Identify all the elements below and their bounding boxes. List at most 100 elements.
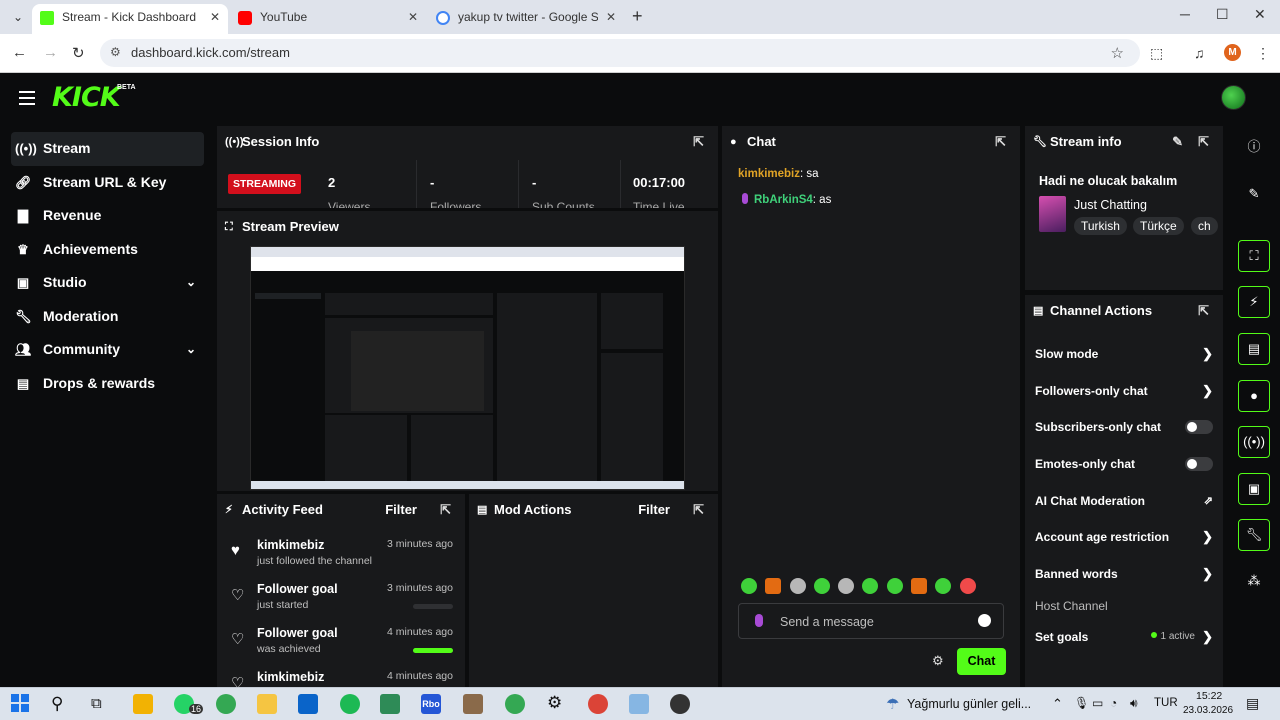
volume-icon[interactable]: 🔊︎: [1130, 696, 1138, 711]
roblox-icon[interactable]: Rbo: [421, 694, 441, 714]
emote-icon[interactable]: [862, 578, 879, 594]
sidebar-item-studio[interactable]: ▣ Studio ⌄: [11, 266, 204, 300]
edit-icon[interactable]: ✎: [1172, 126, 1183, 158]
app-icon[interactable]: [463, 694, 483, 714]
chrome-icon[interactable]: [588, 694, 608, 714]
bolt-icon[interactable]: ⚡︎: [1238, 286, 1270, 318]
chrome-icon[interactable]: [505, 694, 525, 714]
network-icon[interactable]: ▭: [1092, 696, 1103, 710]
activity-name[interactable]: kimkimebiz: [257, 538, 324, 552]
clock-time[interactable]: 15:22: [1196, 690, 1222, 702]
info-icon[interactable]: ⓘ: [1238, 132, 1270, 164]
minimize-icon[interactable]: ─: [1180, 6, 1190, 22]
followers-only-item[interactable]: Followers-only chat ❯: [1035, 381, 1213, 401]
subscribers-only-toggle[interactable]: [1185, 420, 1213, 434]
slow-mode-item[interactable]: Slow mode ❯: [1035, 344, 1213, 364]
panel-icon[interactable]: ▣: [1238, 473, 1270, 505]
kick-logo[interactable]: KICK: [52, 82, 121, 113]
set-goals-item[interactable]: Set goals 1 active ❯: [1035, 627, 1213, 647]
banned-words-item[interactable]: Banned words ❯: [1035, 564, 1213, 584]
browser-tab-youtube[interactable]: YouTube ✕: [230, 4, 426, 34]
ai-chat-moderation-item[interactable]: AI Chat Moderation ⇗: [1035, 491, 1213, 511]
filter-button[interactable]: Filter: [385, 494, 417, 526]
sidebar-item-achievements[interactable]: ♛ Achievements: [11, 233, 204, 267]
app-icon[interactable]: [629, 694, 649, 714]
stream-preview-video[interactable]: [250, 246, 685, 490]
chat-username[interactable]: kimkimebiz: [738, 168, 800, 180]
store-app-icon[interactable]: [133, 694, 153, 714]
forward-icon[interactable]: →: [43, 44, 58, 61]
address-bar[interactable]: ⚙ dashboard.kick.com/stream ☆: [100, 39, 1140, 67]
close-tab-icon[interactable]: ✕: [408, 4, 418, 30]
tag[interactable]: Turkish: [1074, 217, 1127, 235]
scan-icon[interactable]: ⛶: [1238, 240, 1270, 272]
account-age-item[interactable]: Account age restriction ❯: [1035, 527, 1213, 547]
chat-settings-icon[interactable]: ⚙: [932, 653, 944, 669]
extensions-icon[interactable]: ⬚: [1150, 45, 1163, 62]
sidebar-item-stream[interactable]: ((•)) Stream: [11, 132, 204, 166]
app-icon[interactable]: [380, 694, 400, 714]
chat-input[interactable]: [780, 612, 970, 632]
back-icon[interactable]: ←: [12, 44, 27, 61]
chevron-down-icon[interactable]: ⌄: [186, 266, 196, 299]
tray-chevron-icon[interactable]: ⌃: [1052, 696, 1063, 712]
wrench-icon[interactable]: 🔧︎: [1238, 519, 1270, 551]
file-explorer-icon[interactable]: [257, 694, 277, 714]
emoji-picker-icon[interactable]: [978, 614, 991, 627]
browser-tab-google[interactable]: yakup tv twitter - Google Search ✕: [428, 4, 624, 34]
sidebar-item-revenue[interactable]: ▇ Revenue: [11, 199, 204, 233]
search-icon[interactable]: ⚲: [51, 694, 63, 714]
browser-tab-kick[interactable]: Stream - Kick Dashboard ✕: [32, 4, 228, 34]
share-icon[interactable]: ⁂: [1238, 566, 1270, 598]
category-name[interactable]: Just Chatting: [1074, 198, 1147, 212]
emote-icon[interactable]: [959, 578, 976, 594]
tab-search-menu-icon[interactable]: ⌄: [8, 8, 28, 26]
sidebar-item-moderation[interactable]: 🔧︎ Moderation: [11, 300, 204, 334]
bookmark-star-icon[interactable]: ☆: [1111, 44, 1124, 62]
close-tab-icon[interactable]: ✕: [606, 4, 616, 30]
outlook-icon[interactable]: [298, 694, 318, 714]
clock-date[interactable]: 23.03.2026: [1183, 705, 1233, 716]
site-info-icon[interactable]: ⚙: [110, 45, 121, 59]
edit-icon[interactable]: ✎: [1238, 179, 1270, 211]
browser-menu-icon[interactable]: ⋮: [1256, 45, 1270, 62]
chrome-icon[interactable]: [216, 694, 236, 714]
window-close-icon[interactable]: ✕: [1254, 6, 1266, 23]
sidebar-item-stream-url-key[interactable]: 🔗︎ Stream URL & Key: [11, 166, 204, 200]
popout-icon[interactable]: ⇱: [693, 494, 704, 526]
filter-button[interactable]: Filter: [638, 494, 670, 526]
send-chat-button[interactable]: Chat: [957, 648, 1006, 675]
emote-icon[interactable]: [741, 578, 757, 594]
language-indicator[interactable]: TUR: [1154, 697, 1178, 709]
emote-icon[interactable]: [886, 578, 903, 594]
doc-icon[interactable]: ▤: [1238, 333, 1270, 365]
new-tab-icon[interactable]: +: [632, 6, 643, 27]
sidebar-item-community[interactable]: 👥︎ Community ⌄: [11, 333, 204, 367]
tag[interactable]: ch: [1191, 217, 1218, 235]
browser-profile-avatar[interactable]: M: [1224, 44, 1241, 61]
activity-name[interactable]: kimkimebiz: [257, 670, 324, 684]
emote-icon[interactable]: [765, 578, 782, 594]
menu-icon[interactable]: [19, 91, 35, 105]
tag[interactable]: Türkçe: [1133, 217, 1184, 235]
spotify-icon[interactable]: [340, 694, 360, 714]
popout-icon[interactable]: ⇱: [440, 494, 451, 526]
start-button[interactable]: [11, 694, 31, 714]
emote-icon[interactable]: [789, 578, 806, 594]
chat-username[interactable]: RbArkinS4: [754, 194, 813, 206]
close-tab-icon[interactable]: ✕: [210, 4, 220, 30]
app-icon[interactable]: [670, 694, 690, 714]
maximize-icon[interactable]: ☐: [1216, 6, 1229, 23]
emotes-only-toggle[interactable]: [1185, 457, 1213, 471]
popout-icon[interactable]: ⇱: [995, 126, 1006, 158]
weather-widget[interactable]: Yağmurlu günler geli...: [907, 697, 1031, 711]
chevron-down-icon[interactable]: ⌄: [186, 333, 196, 366]
sidebar-item-drops-rewards[interactable]: ▤ Drops & rewards: [11, 367, 204, 401]
broadcast-icon[interactable]: ((•)): [1238, 426, 1270, 458]
settings-gear-icon[interactable]: ⚙: [547, 693, 562, 713]
user-avatar[interactable]: [1221, 85, 1246, 110]
notifications-icon[interactable]: ▤: [1246, 695, 1259, 712]
popout-icon[interactable]: ⇱: [693, 126, 704, 158]
popout-icon[interactable]: ⇱: [1198, 126, 1209, 158]
mic-tray-icon[interactable]: 🎙︎: [1074, 696, 1089, 710]
